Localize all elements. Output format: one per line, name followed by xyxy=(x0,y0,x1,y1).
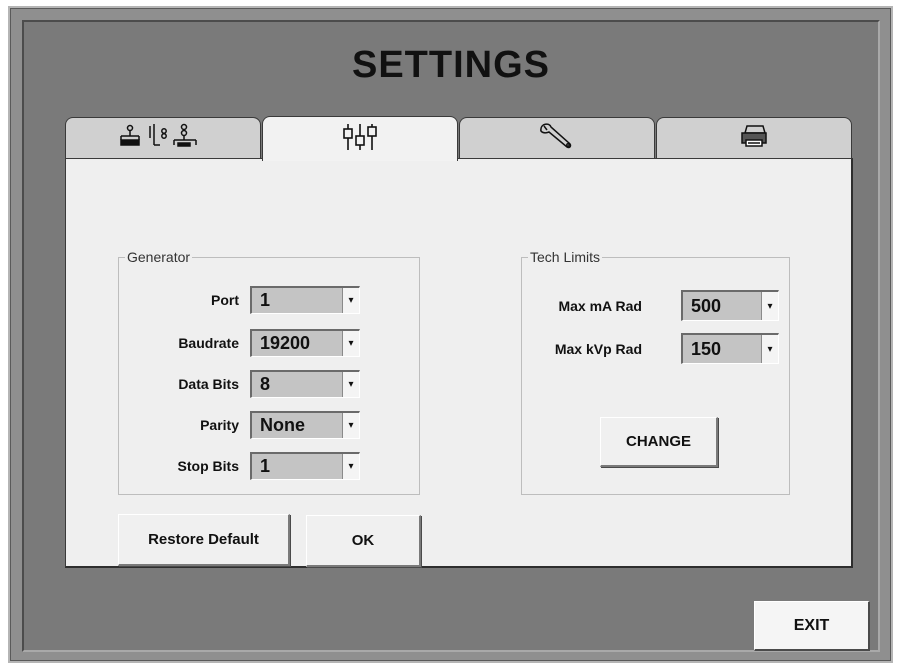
port-value: 1 xyxy=(260,290,271,310)
stopbits-row: Stop Bits xyxy=(118,452,239,480)
max-kvp-select[interactable]: 150 ▾ xyxy=(681,333,779,364)
printer-icon xyxy=(737,123,771,154)
databits-value: 8 xyxy=(260,374,271,394)
max-ma-label: Max mA Rad xyxy=(558,298,642,314)
change-button[interactable]: CHANGE xyxy=(600,417,718,467)
databits-select[interactable]: 8 ▾ xyxy=(250,370,360,398)
sliders-icon xyxy=(340,122,380,157)
stopbits-select[interactable]: 1 ▾ xyxy=(250,452,360,480)
baudrate-row: Baudrate xyxy=(118,329,239,357)
parity-row: Parity xyxy=(118,411,239,439)
port-label: Port xyxy=(211,292,239,308)
tab-network[interactable] xyxy=(65,117,261,159)
tab-generator-settings[interactable] xyxy=(262,116,458,161)
tab-service[interactable] xyxy=(459,117,655,159)
tab-bar xyxy=(65,116,853,161)
max-kvp-row: Max kVp Rad xyxy=(528,335,642,363)
baudrate-value: 19200 xyxy=(260,333,311,353)
page-title: SETTINGS xyxy=(351,44,551,86)
databits-label: Data Bits xyxy=(178,376,239,392)
tech-limits-legend: Tech Limits xyxy=(530,249,601,265)
settings-panel: Generator Port 1 ▾ Baudrate 19200 ▾ Data… xyxy=(65,158,853,568)
chevron-down-icon[interactable]: ▾ xyxy=(342,454,359,479)
databits-row: Data Bits xyxy=(118,370,239,398)
settings-body: SETTINGS Generator Port 1 ▾ Baudrate 192… xyxy=(22,20,880,652)
settings-window: SETTINGS Generator Port 1 ▾ Baudrate 192… xyxy=(8,6,893,663)
chevron-down-icon[interactable]: ▾ xyxy=(342,372,359,397)
stopbits-value: 1 xyxy=(260,456,271,476)
chevron-down-icon[interactable]: ▾ xyxy=(342,413,359,438)
chevron-down-icon[interactable]: ▾ xyxy=(761,335,778,363)
chevron-down-icon[interactable]: ▾ xyxy=(761,292,778,320)
network-icon xyxy=(118,123,208,154)
restore-default-button[interactable]: Restore Default xyxy=(118,514,290,566)
generator-legend: Generator xyxy=(127,249,191,265)
max-kvp-value: 150 xyxy=(691,339,722,359)
exit-button[interactable]: EXIT xyxy=(754,601,870,651)
baudrate-select[interactable]: 19200 ▾ xyxy=(250,329,360,357)
parity-label: Parity xyxy=(200,417,239,433)
max-kvp-label: Max kVp Rad xyxy=(554,341,642,357)
max-ma-row: Max mA Rad xyxy=(528,292,642,320)
tab-printer[interactable] xyxy=(656,117,852,159)
port-select[interactable]: 1 ▾ xyxy=(250,286,360,314)
baudrate-label: Baudrate xyxy=(178,335,239,351)
parity-value: None xyxy=(260,415,305,435)
ok-button[interactable]: OK xyxy=(306,515,421,567)
max-ma-value: 500 xyxy=(691,296,722,316)
wrench-icon xyxy=(535,121,579,156)
chevron-down-icon[interactable]: ▾ xyxy=(342,288,359,313)
parity-select[interactable]: None ▾ xyxy=(250,411,360,439)
stopbits-label: Stop Bits xyxy=(177,458,239,474)
chevron-down-icon[interactable]: ▾ xyxy=(342,331,359,356)
port-row: Port xyxy=(118,286,239,314)
max-ma-select[interactable]: 500 ▾ xyxy=(681,290,779,321)
